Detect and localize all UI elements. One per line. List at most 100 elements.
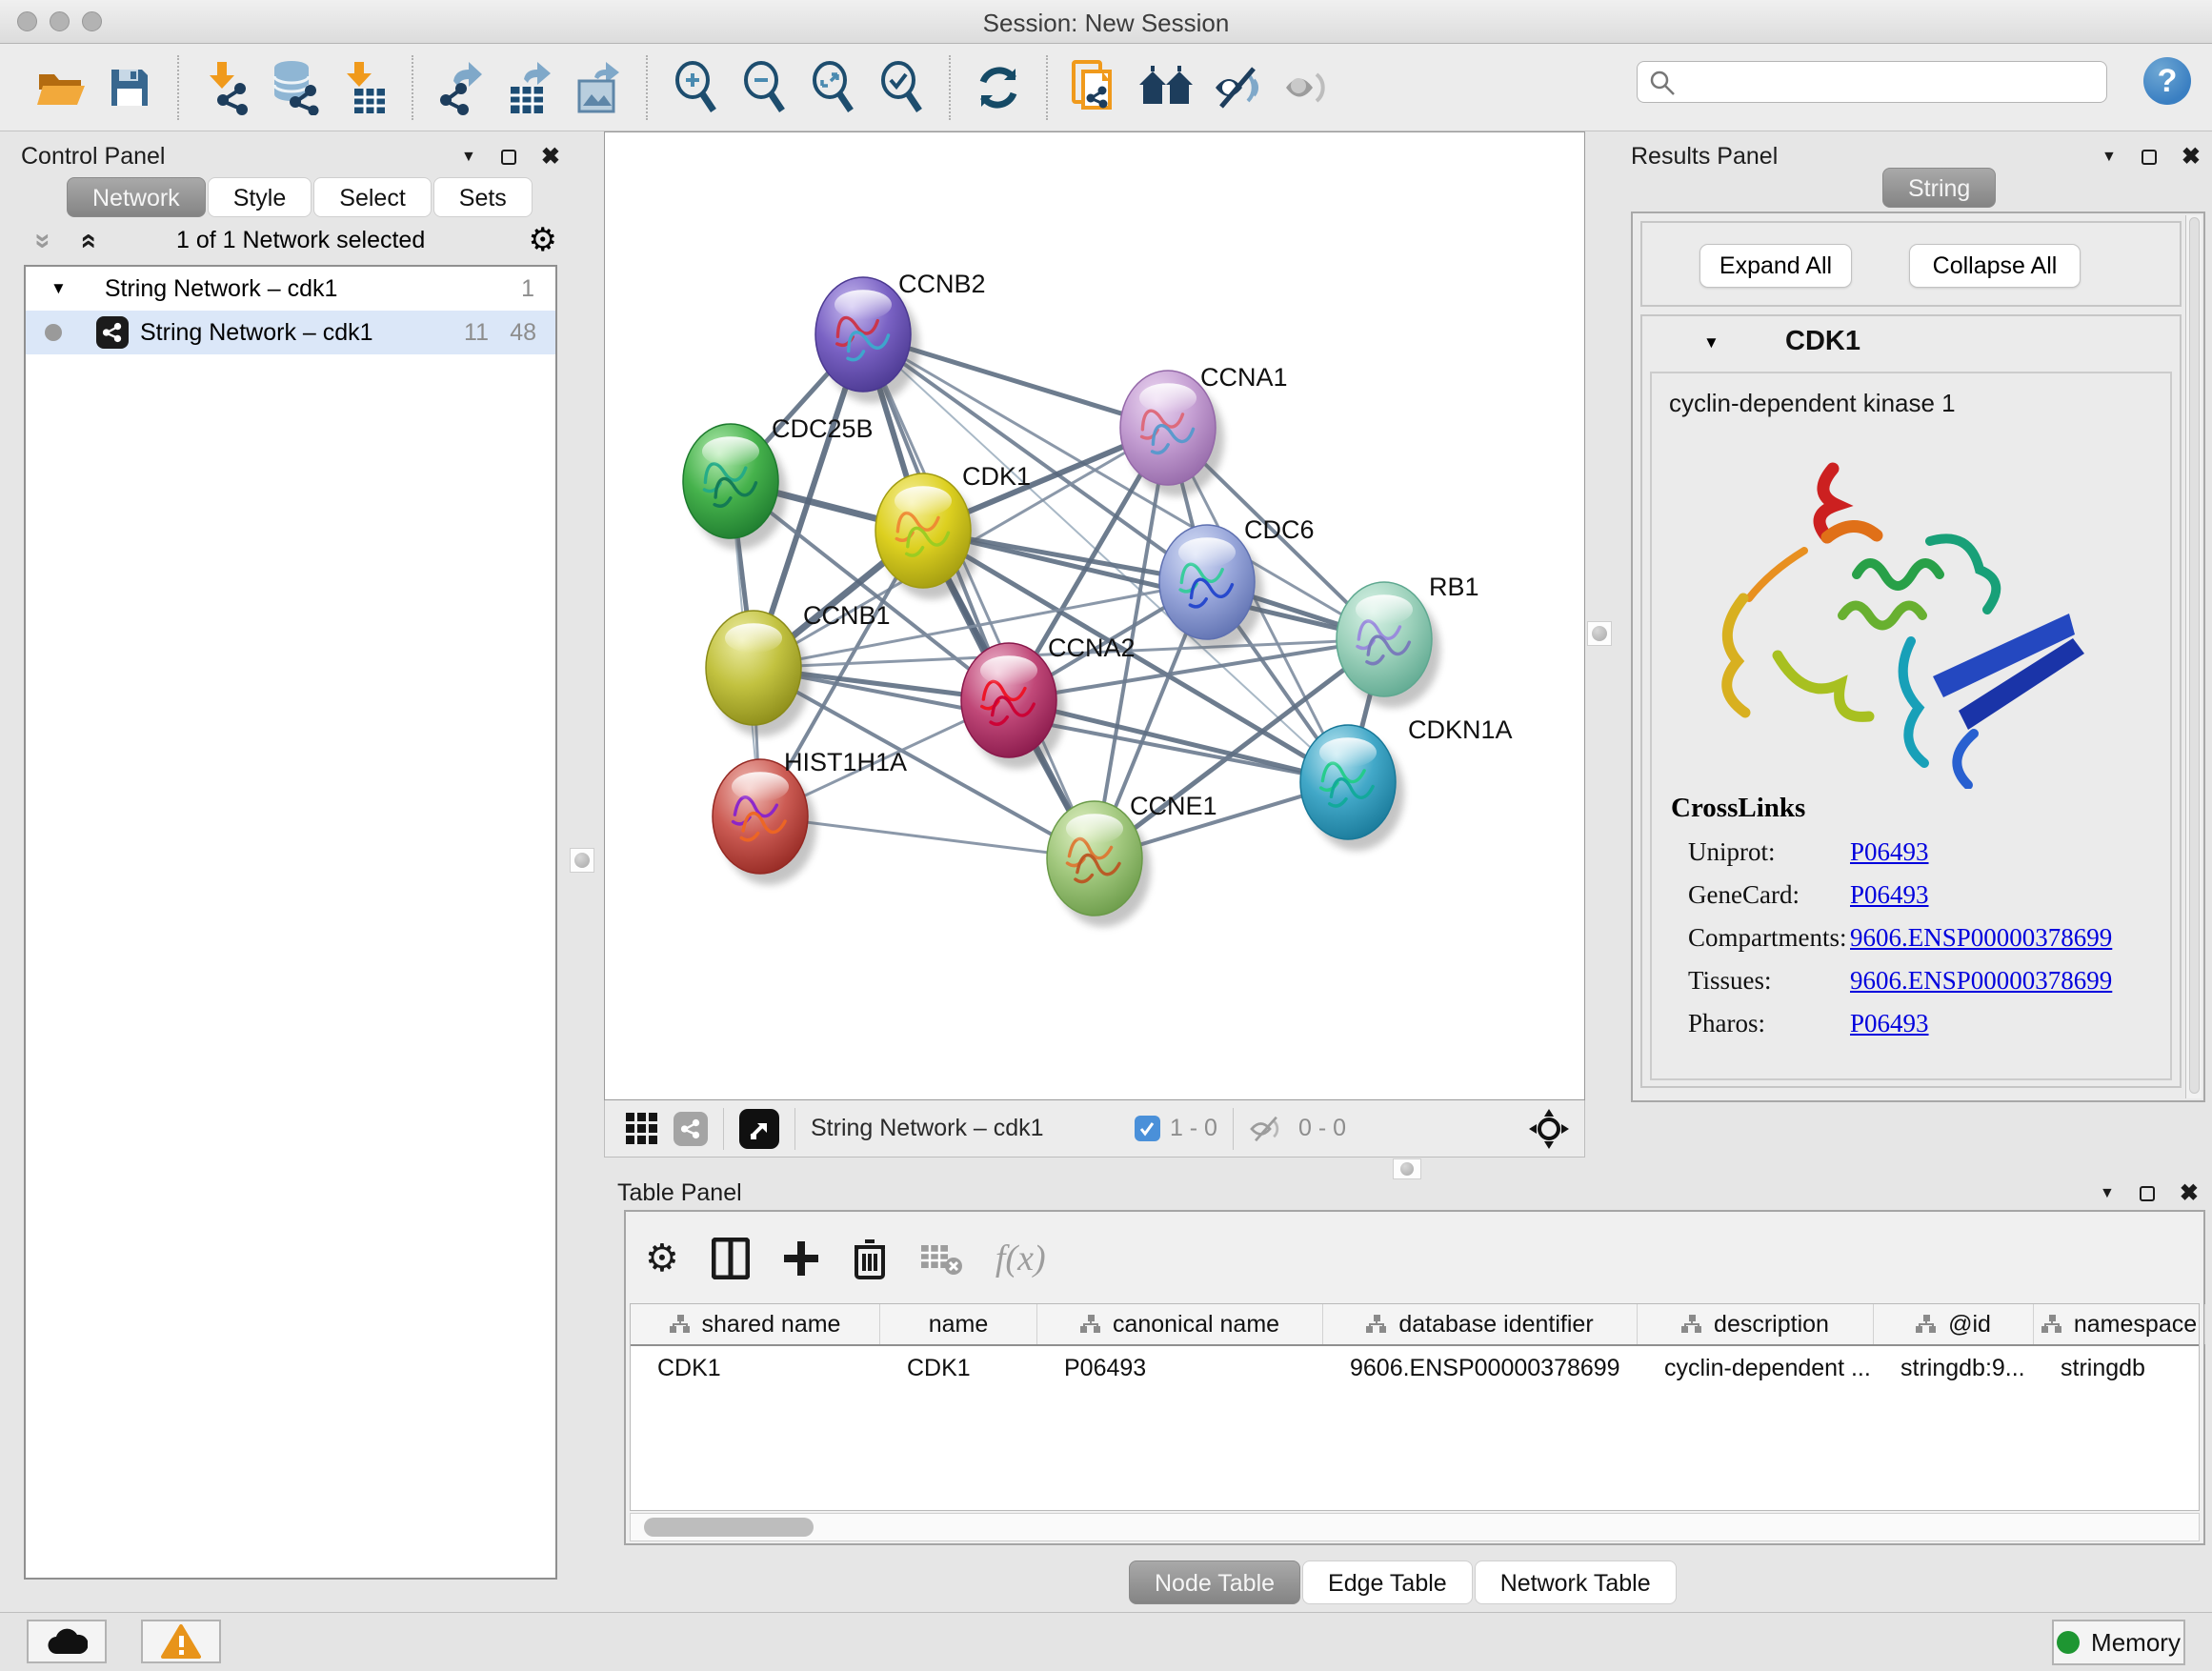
network-svg: CCNB2CCNA1CDC25BCDK1CDC6RB1CCNB1CCNA2CDK… <box>605 132 1584 1099</box>
grid-view-icon[interactable] <box>626 1113 658 1145</box>
export-network-button[interactable] <box>434 57 488 118</box>
save-session-button[interactable] <box>103 57 156 118</box>
tab-network-table[interactable]: Network Table <box>1475 1560 1677 1604</box>
network-edge[interactable] <box>863 334 1095 858</box>
tab-string[interactable]: String <box>1882 168 1996 208</box>
collapse-all-networks-icon[interactable]: » <box>27 233 59 250</box>
hidden-counts: 0 - 0 <box>1298 1115 1346 1142</box>
eye-slash-icon <box>1212 65 1267 111</box>
import-table-file-button[interactable] <box>337 57 391 118</box>
network-node-RB1[interactable] <box>1337 582 1440 708</box>
memory-button[interactable]: Memory <box>2052 1620 2185 1665</box>
results-panel-menu-arrow[interactable]: ▼ <box>2101 149 2117 166</box>
column-header-shared-name[interactable]: shared name <box>631 1304 880 1344</box>
network-node-CDK1[interactable] <box>875 473 979 599</box>
network-node-HIST1H1A[interactable] <box>713 759 816 885</box>
column-header-canonical-name[interactable]: canonical name <box>1037 1304 1323 1344</box>
first-neighbors-button[interactable] <box>1137 57 1196 118</box>
tab-style[interactable]: Style <box>208 177 312 217</box>
network-share-toggle-icon[interactable] <box>674 1112 708 1146</box>
refresh-view-button[interactable] <box>972 57 1025 118</box>
results-panel-float-button[interactable] <box>2142 150 2157 165</box>
zoom-in-button[interactable] <box>669 57 722 118</box>
zoom-selected-button[interactable] <box>875 57 928 118</box>
add-column-icon[interactable] <box>782 1239 820 1278</box>
control-panel-menu-arrow[interactable]: ▼ <box>461 149 476 166</box>
birds-eye-view-toggle[interactable] <box>739 1109 779 1149</box>
cell-canonical-name: P06493 <box>1037 1346 1323 1390</box>
collapse-all-button[interactable]: Collapse All <box>1909 244 2081 288</box>
cloud-icon <box>46 1627 88 1656</box>
network-current-dot <box>45 324 62 341</box>
network-status-title: String Network – cdk1 <box>811 1115 1044 1142</box>
table-options-gear-icon[interactable]: ⚙ <box>645 1237 679 1280</box>
export-image-button[interactable] <box>572 57 625 118</box>
scrollbar-thumb[interactable] <box>644 1518 814 1537</box>
table-horizontal-scrollbar[interactable] <box>630 1513 2200 1541</box>
cloud-status-button[interactable] <box>27 1620 107 1663</box>
hide-selected-button[interactable] <box>1212 57 1267 118</box>
show-columns-icon[interactable] <box>712 1238 750 1279</box>
left-splitter-handle[interactable] <box>570 848 594 873</box>
crosslink-link[interactable]: P06493 <box>1850 837 1929 867</box>
control-panel-close-button[interactable]: ✖ <box>541 143 560 171</box>
table-row[interactable]: CDK1CDK1P064939606.ENSP00000378699cyclin… <box>631 1346 2199 1390</box>
network-node-CDKN1A[interactable] <box>1300 725 1404 851</box>
results-scrollbar[interactable] <box>2185 215 2202 1098</box>
show-all-button[interactable] <box>1282 57 1337 118</box>
network-collection-row[interactable]: ▼ String Network – cdk1 1 <box>26 267 555 311</box>
network-options-gear-icon[interactable]: ⚙ <box>529 221 557 259</box>
export-table-button[interactable] <box>503 57 556 118</box>
collection-expand-arrow[interactable]: ▼ <box>50 279 67 298</box>
tab-edge-table[interactable]: Edge Table <box>1302 1560 1473 1604</box>
import-network-database-button[interactable] <box>269 57 322 118</box>
fit-selected-crosshair-icon[interactable] <box>1527 1107 1571 1151</box>
import-network-icon <box>202 60 251 115</box>
delete-column-icon[interactable] <box>853 1238 887 1279</box>
tab-sets[interactable]: Sets <box>433 177 533 217</box>
search-input[interactable] <box>1637 61 2107 103</box>
column-header-description[interactable]: description <box>1638 1304 1874 1344</box>
network-edge-count: 48 <box>510 319 536 347</box>
protein-structure-image <box>1690 427 2138 789</box>
network-node-CCNB1[interactable] <box>706 611 810 736</box>
zoom-selected-icon <box>877 61 925 114</box>
help-button[interactable]: ? <box>2143 57 2191 105</box>
table-panel-menu-arrow[interactable]: ▼ <box>2100 1185 2115 1202</box>
warnings-button[interactable] <box>141 1620 221 1663</box>
crosslink-link[interactable]: P06493 <box>1850 880 1929 910</box>
gene-name: CDK1 <box>1785 326 1860 357</box>
column-header-name[interactable]: name <box>880 1304 1037 1344</box>
duplicate-network-button[interactable] <box>1069 57 1122 118</box>
network-canvas[interactable]: CCNB2CCNA1CDC25BCDK1CDC6RB1CCNB1CCNA2CDK… <box>604 131 1585 1100</box>
import-network-file-button[interactable] <box>200 57 253 118</box>
column-header-namespace[interactable]: namespace <box>2034 1304 2205 1344</box>
crosslink-row: Compartments:9606.ENSP00000378699 <box>1671 923 2166 953</box>
zoom-fit-button[interactable] <box>806 57 859 118</box>
open-session-button[interactable] <box>34 57 88 118</box>
crosslinks-list: Uniprot:P06493GeneCard:P06493Compartment… <box>1671 837 2166 1038</box>
hidden-eye-icon[interactable] <box>1249 1115 1287 1143</box>
crosslink-link[interactable]: P06493 <box>1850 1009 1929 1038</box>
crosslink-link[interactable]: 9606.ENSP00000378699 <box>1850 923 2112 953</box>
gene-expand-arrow[interactable]: ▼ <box>1703 333 1719 352</box>
expand-all-button[interactable]: Expand All <box>1699 244 1852 288</box>
collection-label: String Network – cdk1 <box>105 275 338 303</box>
table-panel-float-button[interactable] <box>2140 1186 2155 1201</box>
tab-select[interactable]: Select <box>313 177 431 217</box>
tab-node-table[interactable]: Node Table <box>1129 1560 1300 1604</box>
right-splitter-handle[interactable] <box>1587 621 1612 646</box>
tab-network[interactable]: Network <box>67 177 206 217</box>
network-row-selected[interactable]: String Network – cdk1 11 48 <box>26 311 555 354</box>
memory-label: Memory <box>2091 1628 2181 1658</box>
expand-all-networks-icon[interactable]: » <box>70 233 103 250</box>
crosslink-link[interactable]: 9606.ENSP00000378699 <box>1850 966 2112 996</box>
results-panel-close-button[interactable]: ✖ <box>2182 143 2201 171</box>
crosslink-row: GeneCard:P06493 <box>1671 880 2166 910</box>
column-header-database-identifier[interactable]: database identifier <box>1323 1304 1638 1344</box>
column-header-@id[interactable]: @id <box>1874 1304 2034 1344</box>
zoom-out-button[interactable] <box>737 57 791 118</box>
control-panel-float-button[interactable] <box>501 150 516 165</box>
selected-checkbox-icon[interactable] <box>1135 1116 1160 1141</box>
table-panel-close-button[interactable]: ✖ <box>2180 1179 2199 1207</box>
